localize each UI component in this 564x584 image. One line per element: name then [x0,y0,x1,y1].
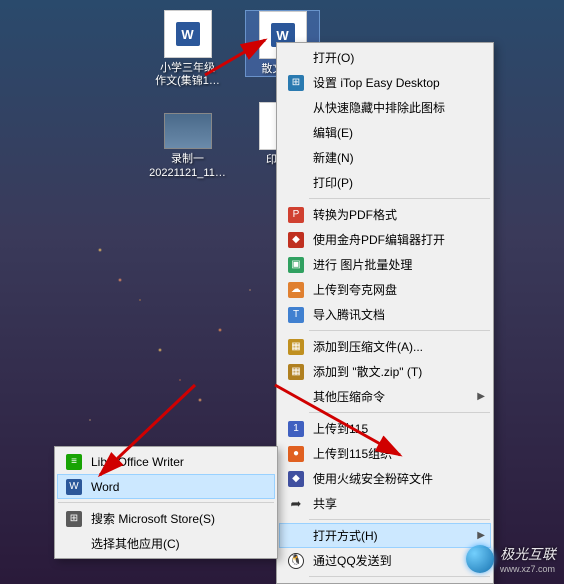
menu-add-zip[interactable]: ▦添加到 "散文.zip" (T) [279,359,491,384]
watermark: 极光互联 www.xz7.com [466,544,556,574]
ms-store-icon: ⊞ [66,511,82,527]
menu-to-pdf[interactable]: P转换为PDF格式 [279,202,491,227]
share-icon: ➦ [288,496,304,512]
menu-separator [309,519,490,520]
menu-separator [309,330,490,331]
image-batch-icon: ▣ [288,257,304,273]
submenu-libreoffice[interactable]: ≡LibreOffice Writer [57,449,275,474]
menu-open-with[interactable]: 打开方式(H)▶ [279,523,491,548]
menu-itop[interactable]: ⊞设置 iTop Easy Desktop [279,70,491,95]
menu-separator [309,576,490,577]
file-icon-image[interactable]: 录制一 20221121_11… [150,113,225,179]
qq-icon: 🐧 [288,553,304,569]
menu-edit[interactable]: 编辑(E) [279,120,491,145]
huorong-icon: ◆ [288,471,304,487]
file-icon-word-1[interactable]: W 小学三年级 作文(集锦1… [150,10,225,88]
menu-other-compress[interactable]: 其他压缩命令▶ [279,384,491,409]
pdf-icon: P [288,207,304,223]
menu-tencent-docs[interactable]: T导入腾讯文档 [279,302,491,327]
zip-icon: ▦ [288,339,304,355]
menu-separator [309,412,490,413]
menu-huorong-shred[interactable]: ◆使用火绒安全粉碎文件 [279,466,491,491]
submenu-choose-other[interactable]: 选择其他应用(C) [57,531,275,556]
file-label: 录制一 20221121_11… [149,153,226,179]
menu-pdf-editor[interactable]: ◆使用金舟PDF编辑器打开 [279,227,491,252]
watermark-text: 极光互联 [500,544,556,564]
menu-upload-115-org[interactable]: ●上传到115组织 [279,441,491,466]
word-icon: W [66,479,82,495]
watermark-logo-icon [466,545,494,573]
menu-new[interactable]: 新建(N) [279,145,491,170]
submenu-word[interactable]: WWord [57,474,275,499]
menu-share[interactable]: ➦共享 [279,491,491,516]
menu-upload-quark[interactable]: ☁上传到夸克网盘 [279,277,491,302]
chevron-right-icon: ▶ [477,530,485,541]
115-org-icon: ● [288,446,304,462]
menu-restore-previous[interactable]: 还原以前的版本(V) [279,580,491,584]
submenu-ms-store[interactable]: ⊞搜索 Microsoft Store(S) [57,506,275,531]
context-menu-open-with[interactable]: ≡LibreOffice Writer WWord ⊞搜索 Microsoft … [54,446,278,559]
menu-print[interactable]: 打印(P) [279,170,491,195]
zip-icon: ▦ [288,364,304,380]
itop-icon: ⊞ [288,75,304,91]
tencent-icon: T [288,307,304,323]
menu-batch-image[interactable]: ▣进行 图片批量处理 [279,252,491,277]
menu-separator [58,502,274,503]
file-label: 小学三年级 作文(集锦1… [155,62,220,88]
image-thumb [164,113,212,149]
menu-open[interactable]: 打开(O) [279,45,491,70]
menu-upload-115[interactable]: 1上传到115 [279,416,491,441]
context-menu-main[interactable]: 打开(O) ⊞设置 iTop Easy Desktop 从快速隐藏中排除此图标 … [276,42,494,584]
pdf-editor-icon: ◆ [288,232,304,248]
watermark-url: www.xz7.com [500,564,556,574]
word-icon: W [176,22,200,46]
chevron-right-icon: ▶ [477,391,485,402]
quark-icon: ☁ [288,282,304,298]
menu-send-qq[interactable]: 🐧通过QQ发送到 [279,548,491,573]
menu-add-archive[interactable]: ▦添加到压缩文件(A)... [279,334,491,359]
menu-separator [309,198,490,199]
libreoffice-icon: ≡ [66,454,82,470]
menu-exclude-hide[interactable]: 从快速隐藏中排除此图标 [279,95,491,120]
115-icon: 1 [288,421,304,437]
